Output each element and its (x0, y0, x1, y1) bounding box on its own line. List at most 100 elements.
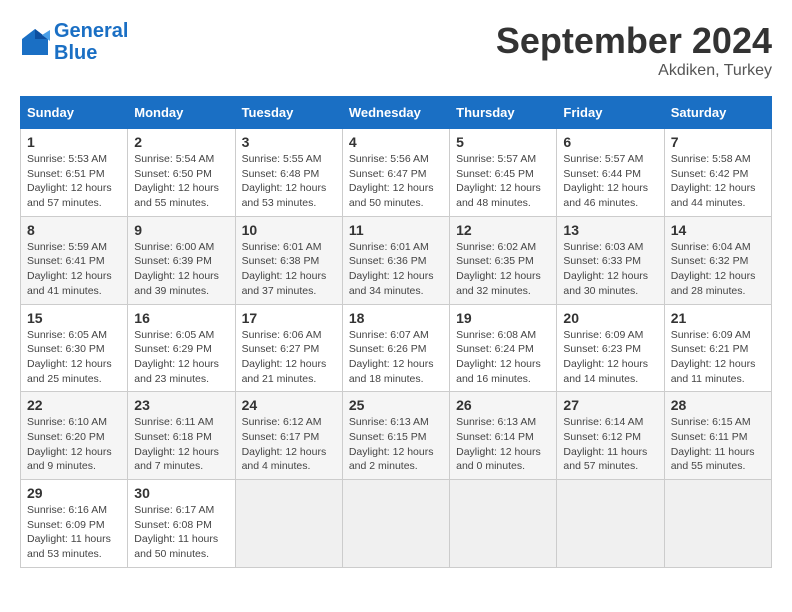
table-row: 7 Sunrise: 5:58 AM Sunset: 6:42 PM Dayli… (664, 129, 771, 217)
day-number: 6 (563, 134, 657, 150)
day-number: 27 (563, 397, 657, 413)
day-number: 10 (242, 222, 336, 238)
table-row: 21 Sunrise: 6:09 AM Sunset: 6:21 PM Dayl… (664, 304, 771, 392)
day-number: 11 (349, 222, 443, 238)
table-row: 28 Sunrise: 6:15 AM Sunset: 6:11 PM Dayl… (664, 392, 771, 480)
day-number: 14 (671, 222, 765, 238)
table-row: 15 Sunrise: 6:05 AM Sunset: 6:30 PM Dayl… (21, 304, 128, 392)
day-number: 20 (563, 310, 657, 326)
day-info: Sunrise: 6:01 AM Sunset: 6:38 PM Dayligh… (242, 240, 336, 299)
logo-blue: Blue (54, 42, 97, 64)
day-number: 23 (134, 397, 228, 413)
table-row: 9 Sunrise: 6:00 AM Sunset: 6:39 PM Dayli… (128, 216, 235, 304)
logo-general: General (54, 20, 128, 42)
table-row: 27 Sunrise: 6:14 AM Sunset: 6:12 PM Dayl… (557, 392, 664, 480)
header-sunday: Sunday (21, 97, 128, 129)
day-info: Sunrise: 6:14 AM Sunset: 6:12 PM Dayligh… (563, 415, 657, 474)
day-number: 12 (456, 222, 550, 238)
table-row (235, 480, 342, 568)
day-info: Sunrise: 5:57 AM Sunset: 6:44 PM Dayligh… (563, 152, 657, 211)
table-row: 1 Sunrise: 5:53 AM Sunset: 6:51 PM Dayli… (21, 129, 128, 217)
table-row: 20 Sunrise: 6:09 AM Sunset: 6:23 PM Dayl… (557, 304, 664, 392)
day-info: Sunrise: 5:53 AM Sunset: 6:51 PM Dayligh… (27, 152, 121, 211)
table-row: 12 Sunrise: 6:02 AM Sunset: 6:35 PM Dayl… (450, 216, 557, 304)
day-number: 5 (456, 134, 550, 150)
month-year-title: September 2024 (496, 20, 772, 62)
day-info: Sunrise: 5:57 AM Sunset: 6:45 PM Dayligh… (456, 152, 550, 211)
day-number: 18 (349, 310, 443, 326)
day-info: Sunrise: 5:54 AM Sunset: 6:50 PM Dayligh… (134, 152, 228, 211)
table-row: 29 Sunrise: 6:16 AM Sunset: 6:09 PM Dayl… (21, 480, 128, 568)
header-monday: Monday (128, 97, 235, 129)
day-number: 3 (242, 134, 336, 150)
table-row: 10 Sunrise: 6:01 AM Sunset: 6:38 PM Dayl… (235, 216, 342, 304)
day-number: 13 (563, 222, 657, 238)
calendar-week-row: 8 Sunrise: 5:59 AM Sunset: 6:41 PM Dayli… (21, 216, 772, 304)
calendar-week-row: 29 Sunrise: 6:16 AM Sunset: 6:09 PM Dayl… (21, 480, 772, 568)
table-row: 16 Sunrise: 6:05 AM Sunset: 6:29 PM Dayl… (128, 304, 235, 392)
weekday-header-row: Sunday Monday Tuesday Wednesday Thursday… (21, 97, 772, 129)
day-info: Sunrise: 6:05 AM Sunset: 6:30 PM Dayligh… (27, 328, 121, 387)
day-info: Sunrise: 6:01 AM Sunset: 6:36 PM Dayligh… (349, 240, 443, 299)
day-info: Sunrise: 6:11 AM Sunset: 6:18 PM Dayligh… (134, 415, 228, 474)
table-row (664, 480, 771, 568)
header-thursday: Thursday (450, 97, 557, 129)
day-number: 7 (671, 134, 765, 150)
day-number: 26 (456, 397, 550, 413)
day-number: 22 (27, 397, 121, 413)
table-row: 25 Sunrise: 6:13 AM Sunset: 6:15 PM Dayl… (342, 392, 449, 480)
calendar-week-row: 22 Sunrise: 6:10 AM Sunset: 6:20 PM Dayl… (21, 392, 772, 480)
table-row: 30 Sunrise: 6:17 AM Sunset: 6:08 PM Dayl… (128, 480, 235, 568)
calendar-week-row: 1 Sunrise: 5:53 AM Sunset: 6:51 PM Dayli… (21, 129, 772, 217)
day-info: Sunrise: 6:10 AM Sunset: 6:20 PM Dayligh… (27, 415, 121, 474)
day-number: 24 (242, 397, 336, 413)
logo-text: General Blue (54, 20, 128, 64)
table-row: 17 Sunrise: 6:06 AM Sunset: 6:27 PM Dayl… (235, 304, 342, 392)
day-number: 1 (27, 134, 121, 150)
calendar-week-row: 15 Sunrise: 6:05 AM Sunset: 6:30 PM Dayl… (21, 304, 772, 392)
day-number: 8 (27, 222, 121, 238)
table-row: 11 Sunrise: 6:01 AM Sunset: 6:36 PM Dayl… (342, 216, 449, 304)
day-info: Sunrise: 5:55 AM Sunset: 6:48 PM Dayligh… (242, 152, 336, 211)
header-saturday: Saturday (664, 97, 771, 129)
header-tuesday: Tuesday (235, 97, 342, 129)
table-row: 5 Sunrise: 5:57 AM Sunset: 6:45 PM Dayli… (450, 129, 557, 217)
day-info: Sunrise: 6:09 AM Sunset: 6:21 PM Dayligh… (671, 328, 765, 387)
day-number: 25 (349, 397, 443, 413)
day-number: 17 (242, 310, 336, 326)
table-row (450, 480, 557, 568)
day-info: Sunrise: 6:06 AM Sunset: 6:27 PM Dayligh… (242, 328, 336, 387)
header-wednesday: Wednesday (342, 97, 449, 129)
page-header: General Blue September 2024 Akdiken, Tur… (20, 20, 772, 80)
day-number: 9 (134, 222, 228, 238)
day-info: Sunrise: 6:02 AM Sunset: 6:35 PM Dayligh… (456, 240, 550, 299)
table-row (342, 480, 449, 568)
location-subtitle: Akdiken, Turkey (496, 62, 772, 80)
table-row: 2 Sunrise: 5:54 AM Sunset: 6:50 PM Dayli… (128, 129, 235, 217)
title-section: September 2024 Akdiken, Turkey (496, 20, 772, 80)
table-row: 13 Sunrise: 6:03 AM Sunset: 6:33 PM Dayl… (557, 216, 664, 304)
table-row: 22 Sunrise: 6:10 AM Sunset: 6:20 PM Dayl… (21, 392, 128, 480)
day-info: Sunrise: 6:16 AM Sunset: 6:09 PM Dayligh… (27, 503, 121, 562)
table-row: 19 Sunrise: 6:08 AM Sunset: 6:24 PM Dayl… (450, 304, 557, 392)
day-info: Sunrise: 6:12 AM Sunset: 6:17 PM Dayligh… (242, 415, 336, 474)
table-row: 6 Sunrise: 5:57 AM Sunset: 6:44 PM Dayli… (557, 129, 664, 217)
header-friday: Friday (557, 97, 664, 129)
day-info: Sunrise: 5:59 AM Sunset: 6:41 PM Dayligh… (27, 240, 121, 299)
day-info: Sunrise: 6:00 AM Sunset: 6:39 PM Dayligh… (134, 240, 228, 299)
day-number: 16 (134, 310, 228, 326)
table-row (557, 480, 664, 568)
day-info: Sunrise: 6:09 AM Sunset: 6:23 PM Dayligh… (563, 328, 657, 387)
day-number: 19 (456, 310, 550, 326)
day-info: Sunrise: 6:13 AM Sunset: 6:14 PM Dayligh… (456, 415, 550, 474)
table-row: 18 Sunrise: 6:07 AM Sunset: 6:26 PM Dayl… (342, 304, 449, 392)
table-row: 4 Sunrise: 5:56 AM Sunset: 6:47 PM Dayli… (342, 129, 449, 217)
logo-icon (20, 27, 50, 57)
calendar-table: Sunday Monday Tuesday Wednesday Thursday… (20, 96, 772, 568)
day-number: 30 (134, 485, 228, 501)
day-info: Sunrise: 5:58 AM Sunset: 6:42 PM Dayligh… (671, 152, 765, 211)
table-row: 24 Sunrise: 6:12 AM Sunset: 6:17 PM Dayl… (235, 392, 342, 480)
day-number: 2 (134, 134, 228, 150)
day-info: Sunrise: 5:56 AM Sunset: 6:47 PM Dayligh… (349, 152, 443, 211)
day-number: 4 (349, 134, 443, 150)
